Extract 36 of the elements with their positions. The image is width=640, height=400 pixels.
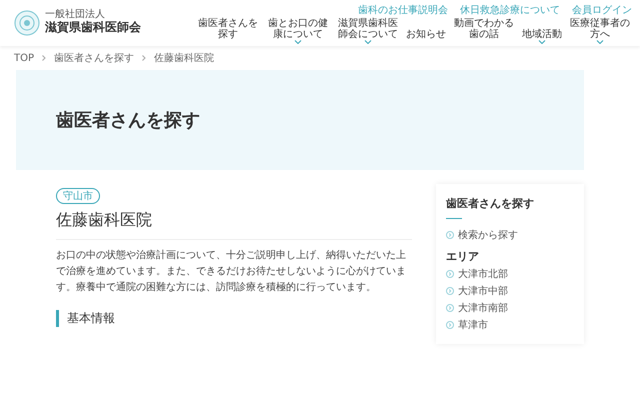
chevron-down-icon bbox=[538, 40, 546, 44]
page-title: 歯医者さんを探す bbox=[56, 109, 200, 132]
area-link[interactable]: 大津市中部 bbox=[446, 284, 574, 298]
chevron-right-icon bbox=[142, 55, 146, 61]
chevron-down-icon bbox=[364, 40, 372, 44]
nav-item[interactable]: お知らせ bbox=[406, 29, 446, 44]
breadcrumb-item[interactable]: 歯医者さんを探す bbox=[54, 51, 134, 65]
nav-item[interactable]: 滋賀県歯科医師会について bbox=[336, 18, 400, 44]
sidebar-title: 歯医者さんを探す bbox=[446, 196, 535, 211]
chevron-down-icon bbox=[596, 40, 604, 44]
logo-name[interactable]: 滋賀県歯科医師会 bbox=[45, 20, 141, 36]
circle-chevron-icon bbox=[446, 270, 454, 278]
breadcrumb-item: 佐藤歯科医院 bbox=[154, 52, 214, 65]
chevron-down-icon bbox=[294, 40, 302, 44]
area-link[interactable]: 大津市北部 bbox=[446, 267, 574, 281]
circle-chevron-icon bbox=[446, 321, 454, 329]
chevron-right-icon bbox=[42, 55, 46, 61]
nav-item[interactable]: 地域活動 bbox=[522, 29, 562, 44]
sidebar-link[interactable]: 検索から探す bbox=[446, 228, 574, 242]
circle-chevron-icon bbox=[446, 304, 454, 312]
area-tag: 守山市 bbox=[56, 188, 100, 204]
breadcrumb-item[interactable]: TOP bbox=[14, 52, 34, 64]
circle-chevron-icon bbox=[446, 231, 454, 239]
logo-subtitle: 一般社団法人 bbox=[45, 10, 106, 20]
nav-item[interactable]: 医療従事者の方へ bbox=[568, 18, 632, 44]
clinic-name: 佐藤歯科医院 bbox=[56, 210, 153, 231]
area-link[interactable]: 大津市南部 bbox=[446, 301, 574, 315]
nav-item[interactable]: 歯とお口の健康について bbox=[266, 18, 330, 44]
circle-chevron-icon bbox=[446, 287, 454, 295]
clinic-description: お口の中の状態や治療計画について、十分ご説明申し上げ、納得いただいた上で治療を進めています。また、できるだけお待たせしないように心がけています。療養中で通院の困難な方には、訪問診療を積極的に行っています。 bbox=[56, 248, 407, 295]
area-link[interactable]: 草津市 bbox=[446, 318, 574, 332]
logo-emblem-icon bbox=[14, 10, 40, 36]
nav-item[interactable]: 歯医者さんを探す bbox=[196, 18, 260, 44]
section-heading: 基本情報 bbox=[56, 310, 412, 327]
nav-item[interactable]: 動画でわかる歯の話 bbox=[452, 18, 516, 44]
area-heading: エリア bbox=[446, 249, 480, 264]
